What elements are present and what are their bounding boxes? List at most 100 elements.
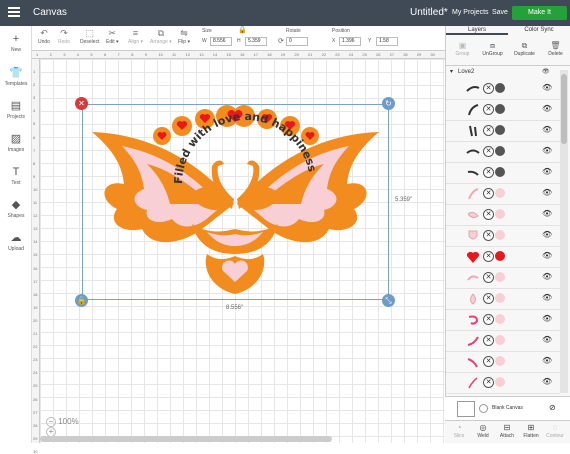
eye-icon[interactable]: 👁 xyxy=(542,104,552,113)
cut-operation-icon[interactable]: ✕ xyxy=(483,146,494,157)
eye-icon[interactable]: 👁 xyxy=(542,230,552,239)
layer-color-swatch[interactable] xyxy=(495,377,505,387)
eye-icon[interactable]: 👁 xyxy=(542,272,552,281)
selection-box[interactable] xyxy=(82,104,389,300)
layer-color-swatch[interactable] xyxy=(495,146,505,156)
edit-button[interactable]: ✂ Edit ▾ xyxy=(106,28,119,45)
layer-row[interactable]: ✕👁 xyxy=(446,373,560,394)
layer-row[interactable]: ✕👁 xyxy=(446,310,560,331)
contour-button[interactable]: ◌ Contour xyxy=(543,423,567,439)
canvas-color-swatch[interactable] xyxy=(457,401,475,417)
eye-icon[interactable]: 👁 xyxy=(542,356,552,365)
layer-row[interactable]: ✕👁 xyxy=(446,163,560,184)
layer-color-swatch[interactable] xyxy=(495,356,505,366)
cut-operation-icon[interactable]: ✕ xyxy=(483,293,494,304)
undo-button[interactable]: ↶ Undo xyxy=(38,28,50,45)
layer-row[interactable]: ✕👁 xyxy=(446,352,560,373)
make-it-button[interactable]: Make It xyxy=(512,6,567,20)
lock-icon[interactable]: 🔒 xyxy=(238,26,247,34)
layer-color-swatch[interactable] xyxy=(495,314,505,324)
layer-row[interactable]: ✕👁 xyxy=(446,331,560,352)
cut-operation-icon[interactable]: ✕ xyxy=(483,83,494,94)
delete-handle-icon[interactable]: ✕ xyxy=(75,97,88,110)
flatten-button[interactable]: ⊞ Flatten xyxy=(519,423,543,439)
rotate-field[interactable]: 0 xyxy=(286,37,308,46)
cut-operation-icon[interactable]: ✕ xyxy=(483,272,494,283)
layer-color-swatch[interactable] xyxy=(495,104,505,114)
eye-icon[interactable]: 👁 xyxy=(542,314,552,323)
cut-operation-icon[interactable]: ✕ xyxy=(483,167,494,178)
layer-row[interactable]: ✕👁 xyxy=(446,79,560,100)
cut-operation-icon[interactable]: ✕ xyxy=(483,314,494,325)
cut-operation-icon[interactable]: ✕ xyxy=(483,209,494,220)
nav-shapes[interactable]: ◆ Shapes xyxy=(0,199,32,219)
layer-color-swatch[interactable] xyxy=(495,167,505,177)
layer-color-swatch[interactable] xyxy=(495,293,505,303)
cut-operation-icon[interactable]: ✕ xyxy=(483,104,494,115)
cut-operation-icon[interactable]: ✕ xyxy=(483,251,494,262)
duplicate-button[interactable]: ⧉ Duplicate xyxy=(512,41,537,57)
cut-operation-icon[interactable]: ✕ xyxy=(483,335,494,346)
hamburger-menu-icon[interactable] xyxy=(8,7,20,19)
eye-icon[interactable]: 👁 xyxy=(542,209,552,218)
width-field[interactable]: 8.556 xyxy=(210,37,232,46)
eye-icon[interactable]: 👁 xyxy=(542,377,552,386)
slice-button[interactable]: ◔ Slice xyxy=(447,423,471,439)
collapse-chevron-icon[interactable]: ▾ xyxy=(450,66,453,78)
layer-row[interactable]: ✕👁 xyxy=(446,142,560,163)
nav-new[interactable]: + New xyxy=(0,33,32,53)
lock-handle-icon[interactable]: 🔒 xyxy=(75,294,88,307)
arrange-button[interactable]: ⧉ Arrange ▾ xyxy=(150,28,172,45)
eye-icon[interactable]: 👁 xyxy=(542,188,552,197)
ungroup-button[interactable]: ⧈ UnGroup xyxy=(480,41,505,57)
scroll-thumb[interactable] xyxy=(561,74,567,144)
nav-templates[interactable]: 👕 Templates xyxy=(0,67,32,87)
eye-icon[interactable]: 👁 xyxy=(542,83,552,92)
layer-row[interactable]: ✕👁 xyxy=(446,247,560,268)
eye-icon[interactable]: 👁 xyxy=(542,125,552,134)
layer-row[interactable]: ✕👁 xyxy=(446,100,560,121)
cut-operation-icon[interactable]: ✕ xyxy=(483,377,494,388)
weld-button[interactable]: ◎ Weld xyxy=(471,423,495,439)
cut-operation-icon[interactable]: ✕ xyxy=(483,356,494,367)
layer-color-swatch[interactable] xyxy=(495,83,505,93)
nav-upload[interactable]: ☁ Upload xyxy=(0,232,32,252)
align-button[interactable]: ≡ Align ▾ xyxy=(128,28,143,45)
tab-layers[interactable]: Layers xyxy=(446,27,508,35)
cut-operation-icon[interactable]: ✕ xyxy=(483,125,494,136)
attach-button[interactable]: ⊟ Attach xyxy=(495,423,519,439)
tab-color-sync[interactable]: Color Sync xyxy=(508,27,570,33)
resize-handle-icon[interactable]: ⤡ xyxy=(382,294,395,307)
layer-row[interactable]: ✕👁 xyxy=(446,268,560,289)
layer-color-swatch[interactable] xyxy=(495,188,505,198)
my-projects-link[interactable]: My Projects xyxy=(452,9,489,16)
layer-row[interactable]: ✕👁 xyxy=(446,184,560,205)
y-position-field[interactable]: 1.58 xyxy=(376,37,398,46)
height-field[interactable]: 5.359 xyxy=(245,37,267,46)
layer-color-swatch[interactable] xyxy=(495,125,505,135)
cut-operation-icon[interactable]: ✕ xyxy=(483,230,494,241)
layers-scrollbar[interactable] xyxy=(560,70,568,393)
layer-color-swatch[interactable] xyxy=(495,251,505,261)
layer-row[interactable]: ✕👁 xyxy=(446,289,560,310)
layer-row[interactable]: ✕👁 xyxy=(446,205,560,226)
eye-icon[interactable]: 👁 xyxy=(542,167,552,176)
layer-color-swatch[interactable] xyxy=(495,335,505,345)
rotate-handle-icon[interactable]: ↻ xyxy=(382,97,395,110)
group-button[interactable]: ▣ Group xyxy=(450,41,475,57)
layer-row[interactable]: ✕👁 xyxy=(446,121,560,142)
hide-icon[interactable]: ⊘ xyxy=(549,403,556,412)
save-link[interactable]: Save xyxy=(492,9,508,16)
eye-icon[interactable]: 👁 xyxy=(542,251,552,260)
layer-color-swatch[interactable] xyxy=(495,272,505,282)
redo-button[interactable]: ↷ Redo xyxy=(58,28,70,45)
eye-icon[interactable]: 👁 xyxy=(542,146,552,155)
nav-images[interactable]: ▨ Images xyxy=(0,133,32,153)
eye-icon[interactable]: 👁 xyxy=(542,335,552,344)
group-row[interactable]: ▾ Love2 👁 xyxy=(446,66,570,78)
nav-text[interactable]: T Text xyxy=(0,166,32,186)
deselect-button[interactable]: ⬚ Deselect xyxy=(80,28,99,45)
delete-button[interactable]: 🗑 Delete xyxy=(543,41,568,57)
layer-row[interactable]: ✕👁 xyxy=(446,226,560,247)
eye-icon[interactable]: 👁 xyxy=(542,66,550,78)
